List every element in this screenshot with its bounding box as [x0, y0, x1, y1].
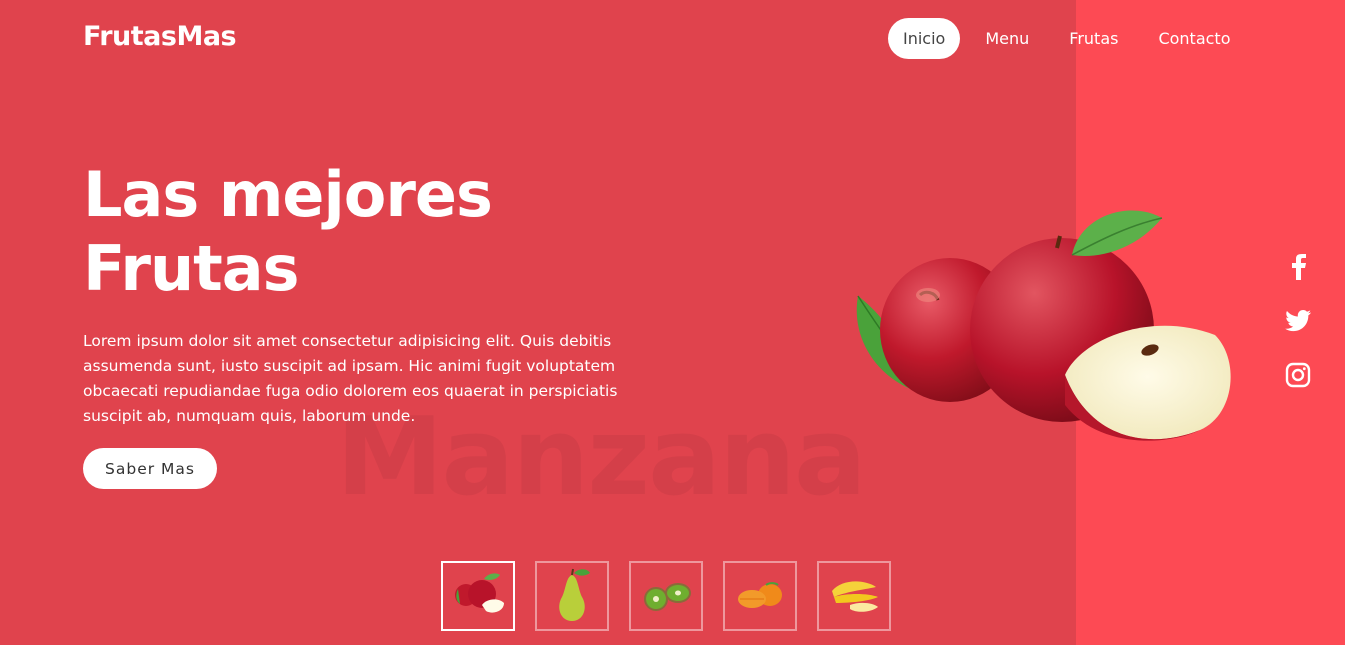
hero-title: Las mejores Frutas — [83, 158, 493, 306]
saber-mas-button[interactable]: Saber Mas — [83, 448, 217, 489]
nav-item-menu[interactable]: Menu — [970, 18, 1044, 59]
hero-title-line1: Las mejores — [83, 158, 493, 231]
kiwi-thumbnail[interactable] — [629, 561, 703, 631]
hero-title-line2: Frutas — [83, 232, 299, 305]
main-nav: Inicio Menu Frutas Contacto — [888, 18, 1246, 59]
banana-thumbnail[interactable] — [817, 561, 891, 631]
brand-logo[interactable]: FrutasMas — [83, 21, 237, 52]
twitter-icon[interactable] — [1280, 303, 1316, 339]
pear-thumbnail[interactable] — [535, 561, 609, 631]
facebook-icon[interactable] — [1280, 249, 1316, 285]
apple-thumbnail[interactable] — [441, 561, 515, 631]
nav-item-frutas[interactable]: Frutas — [1054, 18, 1133, 59]
nav-item-contacto[interactable]: Contacto — [1143, 18, 1245, 59]
apples-image — [856, 210, 1231, 441]
nav-item-inicio[interactable]: Inicio — [888, 18, 961, 59]
hero-description: Lorem ipsum dolor sit amet consectetur a… — [83, 332, 618, 425]
instagram-icon[interactable] — [1280, 357, 1316, 393]
orange-thumbnail[interactable] — [723, 561, 797, 631]
fruit-thumbnails — [441, 561, 911, 631]
